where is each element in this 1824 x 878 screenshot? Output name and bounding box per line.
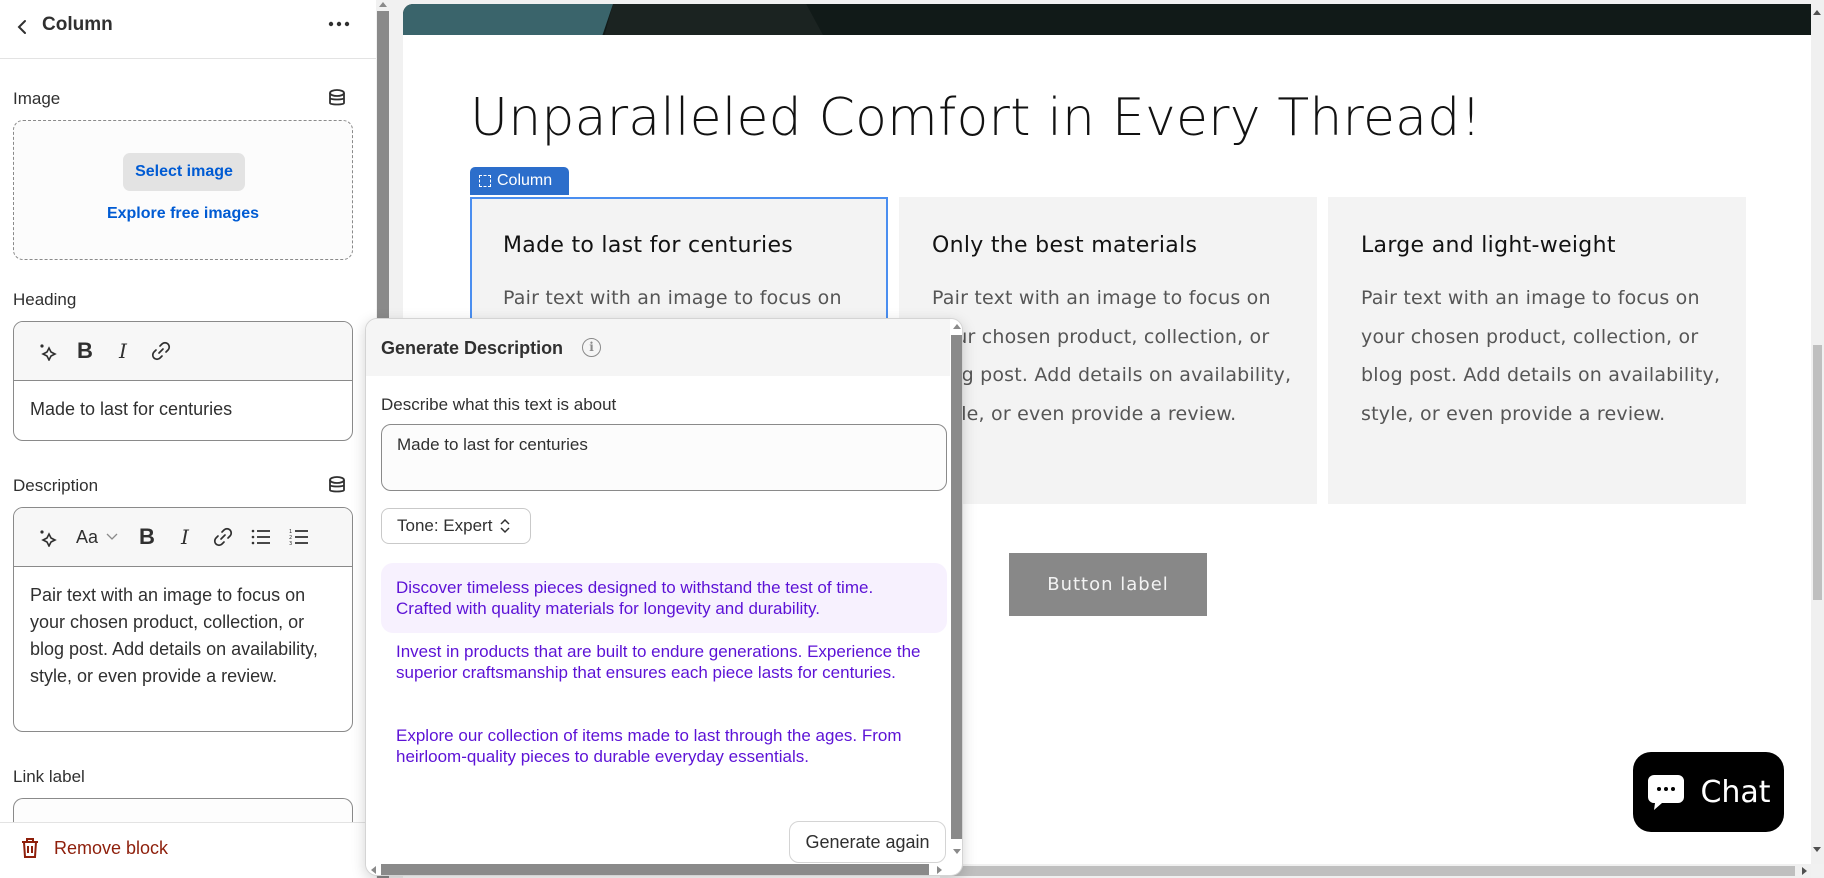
svg-text:3: 3 bbox=[289, 541, 292, 546]
panel-title: Column bbox=[42, 14, 113, 35]
numbered-list-button[interactable]: 123 bbox=[280, 522, 318, 552]
description-editor: Aa B I 123 Pair text with an image to fo… bbox=[13, 507, 353, 732]
preview-vertical-scrollbar[interactable] bbox=[1811, 0, 1824, 864]
description-label: Description bbox=[13, 476, 99, 495]
column-heading: Only the best materials bbox=[932, 233, 1198, 258]
popover-horizontal-scrollbar[interactable] bbox=[366, 863, 950, 875]
scroll-right-arrow[interactable] bbox=[937, 866, 942, 874]
info-icon[interactable]: i bbox=[582, 338, 601, 357]
bold-icon: B bbox=[77, 338, 93, 363]
settings-panel: Column Image Select image Explore free i… bbox=[0, 0, 376, 878]
preview-scrollbar-thumb[interactable] bbox=[1813, 345, 1822, 600]
selected-block-tag[interactable]: Column bbox=[470, 167, 569, 195]
chat-bubble-icon bbox=[1648, 775, 1685, 810]
scroll-down-arrow[interactable] bbox=[953, 849, 961, 854]
suggestion-option[interactable]: Discover timeless pieces designed to wit… bbox=[381, 563, 947, 633]
ellipsis-horizontal-icon bbox=[328, 21, 350, 27]
numbered-list-icon: 123 bbox=[289, 529, 308, 546]
bullet-list-button[interactable] bbox=[242, 522, 280, 552]
heading-label: Heading bbox=[13, 290, 77, 309]
remove-block-button[interactable]: Remove block bbox=[20, 837, 168, 859]
column-text: Pair text with an image to focus on your… bbox=[932, 287, 1292, 425]
preview-horizontal-scrollbar[interactable] bbox=[940, 864, 1811, 878]
more-actions-button[interactable] bbox=[324, 14, 354, 38]
generate-again-button[interactable]: Generate again bbox=[789, 821, 946, 863]
database-icon[interactable] bbox=[327, 475, 347, 495]
column-button[interactable]: Button label bbox=[1009, 553, 1207, 616]
italic-icon: I bbox=[119, 339, 127, 363]
tone-select[interactable]: Tone: Expert bbox=[381, 508, 531, 544]
popover-hscrollbar-thumb[interactable] bbox=[381, 864, 929, 875]
italic-button[interactable]: I bbox=[166, 522, 204, 552]
heading-toolbar: B I bbox=[14, 322, 352, 381]
italic-button[interactable]: I bbox=[104, 336, 142, 366]
suggestion-option[interactable]: Invest in products that are built to end… bbox=[381, 627, 947, 697]
bullet-list-icon bbox=[251, 529, 270, 545]
heading-editor: B I Made to last for centuries bbox=[13, 321, 353, 441]
scroll-left-arrow[interactable] bbox=[371, 866, 376, 874]
bold-button[interactable]: B bbox=[66, 336, 104, 366]
link-button[interactable] bbox=[204, 522, 242, 552]
image-label: Image bbox=[13, 89, 61, 108]
bold-icon: B bbox=[139, 524, 155, 549]
magic-button[interactable] bbox=[28, 336, 66, 366]
popover-vertical-scrollbar[interactable] bbox=[950, 319, 962, 863]
scroll-down-arrow[interactable] bbox=[1813, 847, 1821, 852]
scroll-up-arrow[interactable] bbox=[953, 324, 961, 329]
chat-label: Chat bbox=[1700, 774, 1771, 810]
heading-input[interactable]: Made to last for centuries bbox=[14, 381, 352, 438]
column-heading: Made to last for centuries bbox=[503, 233, 794, 258]
tone-select-value: Tone: Expert bbox=[397, 516, 493, 535]
remove-block-label: Remove block bbox=[54, 837, 169, 858]
magic-button[interactable] bbox=[28, 522, 66, 552]
prompt-label: Describe what this text is about bbox=[381, 395, 617, 414]
magic-icon bbox=[40, 344, 57, 361]
generate-description-popover: Generate Description i Describe what thi… bbox=[365, 318, 963, 876]
scroll-up-arrow[interactable] bbox=[1813, 10, 1821, 15]
popover-header: Generate Description i bbox=[366, 319, 950, 376]
image-picker[interactable]: Select image Explore free images bbox=[13, 120, 353, 260]
text-format-icon: Aa bbox=[75, 526, 99, 547]
chat-button[interactable]: Chat bbox=[1633, 752, 1784, 832]
select-image-button[interactable]: Select image bbox=[123, 153, 245, 191]
hero-image-strip bbox=[403, 4, 1811, 35]
column-heading: Large and light-weight bbox=[1361, 233, 1616, 258]
section-heading: Unparalleled Comfort in Every Thread! bbox=[470, 88, 1482, 148]
chevron-down-icon bbox=[106, 533, 118, 540]
description-input[interactable]: Pair text with an image to focus on your… bbox=[14, 567, 352, 705]
popover-scrollbar-thumb[interactable] bbox=[951, 335, 962, 839]
column-block[interactable]: Large and light-weight Pair text with an… bbox=[1328, 197, 1746, 504]
explore-free-images-link[interactable]: Explore free images bbox=[14, 205, 352, 223]
popover-title: Generate Description bbox=[381, 338, 564, 358]
link-icon bbox=[151, 341, 171, 361]
database-icon[interactable] bbox=[327, 88, 347, 108]
suggestion-option[interactable]: Explore our collection of items made to … bbox=[381, 711, 947, 781]
panel-header: Column bbox=[0, 0, 376, 59]
panel-footer: Remove block bbox=[0, 822, 376, 878]
link-button[interactable] bbox=[142, 336, 180, 366]
preview-hscrollbar-thumb[interactable] bbox=[940, 866, 1795, 876]
magic-icon bbox=[40, 530, 57, 547]
selected-block-tag-label: Column bbox=[497, 172, 553, 189]
trash-icon bbox=[22, 838, 38, 858]
chevron-left-icon bbox=[17, 20, 26, 34]
column-text: Pair text with an image to focus on your… bbox=[1361, 287, 1721, 425]
link-icon bbox=[213, 527, 233, 547]
selection-icon bbox=[479, 175, 491, 187]
text-format-button[interactable]: Aa bbox=[66, 522, 128, 552]
select-chevron-icon bbox=[500, 518, 510, 534]
scroll-up-arrow[interactable] bbox=[379, 2, 387, 7]
back-button[interactable] bbox=[12, 16, 34, 38]
description-toolbar: Aa B I 123 bbox=[14, 508, 352, 567]
bold-button[interactable]: B bbox=[128, 522, 166, 552]
scroll-right-arrow[interactable] bbox=[1802, 867, 1807, 875]
prompt-input[interactable]: Made to last for centuries bbox=[381, 424, 947, 491]
italic-icon: I bbox=[181, 525, 189, 549]
link-label-label: Link label bbox=[13, 767, 85, 786]
